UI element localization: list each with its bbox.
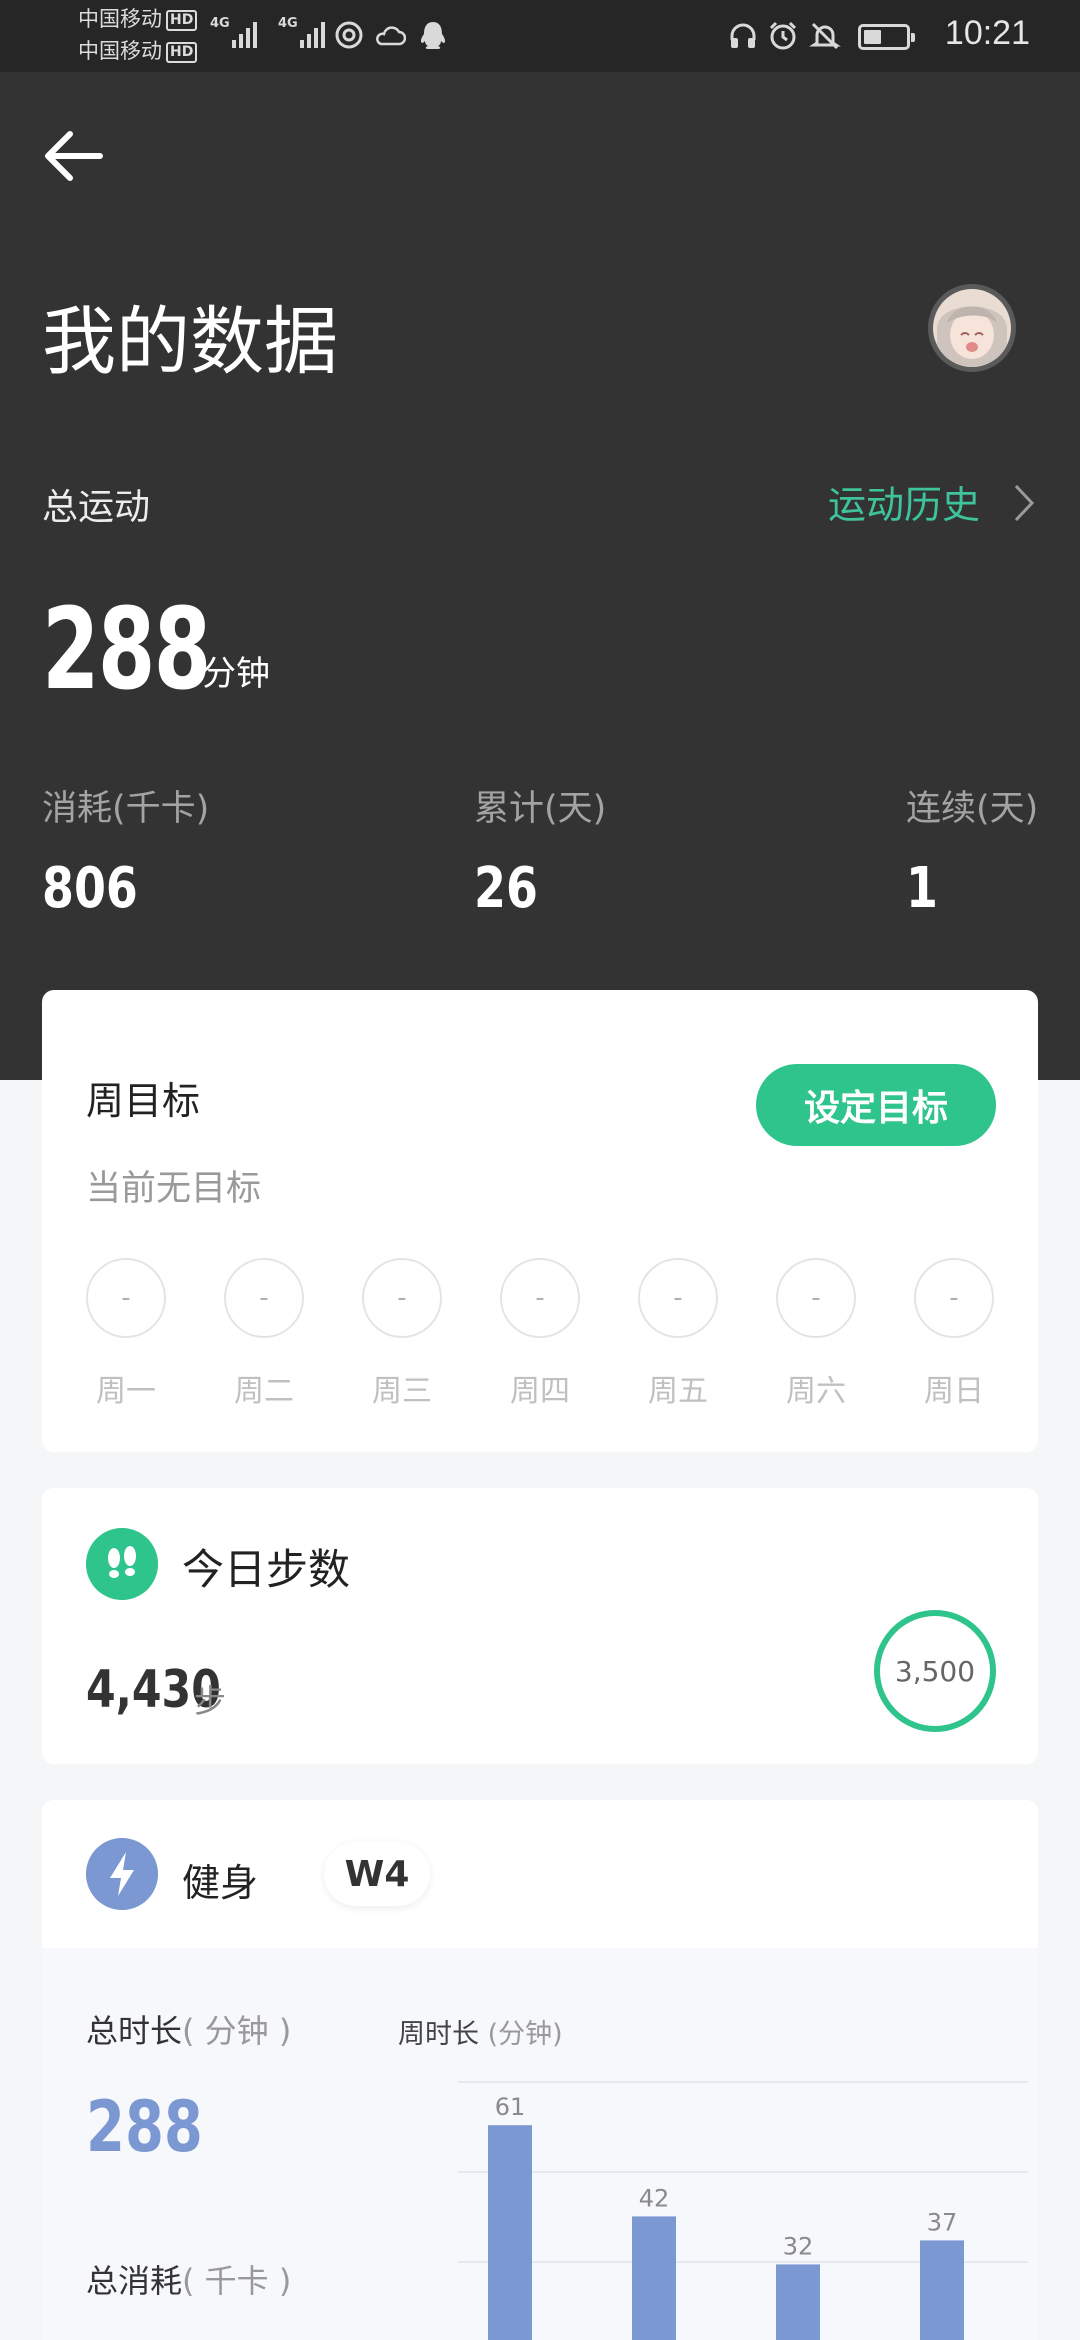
chart-bar[interactable] xyxy=(632,2216,676,2340)
total-minutes-value: 288 xyxy=(42,585,211,715)
fitness-card[interactable]: 健身 W4 总时长( 分钟 ) 288 总消耗( 千卡 ) 周时长 (分钟) 6… xyxy=(42,1800,1038,2340)
total-calories-unit: ( 千卡 ) xyxy=(182,2262,292,2300)
chart-bar[interactable] xyxy=(920,2240,964,2340)
day-saturday: - 周六 xyxy=(776,1258,856,1410)
day-label: 周一 xyxy=(96,1374,156,1409)
weekly-duration-chart: 61 42 32 37 xyxy=(458,2081,1028,2340)
fitness-stats-panel: 总时长( 分钟 ) 288 总消耗( 千卡 ) 周时长 (分钟) 61 42 32 3… xyxy=(42,1948,1038,2340)
day-label: 周日 xyxy=(924,1374,984,1409)
day-circle: - xyxy=(638,1258,718,1338)
streak-days-label: 连续(天) xyxy=(906,789,1039,829)
day-tuesday: - 周二 xyxy=(224,1258,304,1410)
arrow-left-icon[interactable] xyxy=(40,128,110,184)
day-thursday: - 周四 xyxy=(500,1258,580,1410)
day-friday: - 周五 xyxy=(638,1258,718,1410)
day-circle: - xyxy=(224,1258,304,1338)
mute-bell-icon xyxy=(809,22,841,50)
day-sunday: - 周日 xyxy=(914,1258,994,1410)
hotspot-icon xyxy=(335,21,363,49)
lightning-icon xyxy=(86,1838,158,1910)
day-circle: - xyxy=(776,1258,856,1338)
alarm-icon xyxy=(769,21,797,50)
week-badge: W4 xyxy=(324,1842,430,1906)
chart-bar[interactable] xyxy=(776,2264,820,2340)
exercise-history-label[interactable]: 运动历史 xyxy=(828,474,980,529)
cumulative-days-value: 26 xyxy=(474,856,538,921)
day-circle: - xyxy=(914,1258,994,1338)
chart-data-label: 37 xyxy=(927,2208,958,2236)
weekly-goal-card: 周目标 当前无目标 设定目标 - 周一 - 周二 - 周三 - 周四 - 周五 - 周六 -… xyxy=(42,990,1038,1452)
today-steps-card[interactable]: 今日步数 4,430 步 3,500 xyxy=(42,1488,1038,1764)
chart-title-unit: (分钟) xyxy=(487,2019,563,2050)
day-label: 周六 xyxy=(786,1374,846,1409)
signal-icon: 4G xyxy=(278,16,325,48)
day-circle: - xyxy=(500,1258,580,1338)
day-circle: - xyxy=(362,1258,442,1338)
day-monday: - 周一 xyxy=(86,1258,166,1410)
weekly-goal-title: 周目标 xyxy=(86,1079,201,1123)
cumulative-days-label: 累计(天) xyxy=(474,789,607,829)
day-label: 周四 xyxy=(510,1374,570,1409)
total-duration-label: 总时长( 分钟 ) xyxy=(86,2006,291,2052)
weekly-goal-subtitle: 当前无目标 xyxy=(86,1169,262,1209)
weather-icon xyxy=(376,26,406,46)
status-time: 10:21 xyxy=(944,14,1030,52)
total-calories-label: 总消耗( 千卡 ) xyxy=(86,2256,291,2302)
calories-label: 消耗(千卡) xyxy=(42,789,210,829)
battery-icon xyxy=(858,24,915,50)
total-minutes-unit: 分钟 xyxy=(202,654,270,694)
chart-bar[interactable] xyxy=(488,2125,532,2340)
carrier-2: 中国移动 HD xyxy=(78,38,198,64)
total-duration-value: 288 xyxy=(86,2086,203,2168)
qq-icon xyxy=(420,22,446,49)
chart-data-label: 32 xyxy=(783,2232,814,2260)
steps-goal-ring: 3,500 xyxy=(874,1610,996,1732)
steps-unit: 步 xyxy=(194,1682,227,1720)
carrier-1: 中国移动 HD xyxy=(78,6,198,32)
fitness-title: 健身 xyxy=(182,1861,259,1905)
today-steps-title: 今日步数 xyxy=(182,1545,351,1594)
total-duration-label-text: 总时长 xyxy=(86,2012,183,2050)
chart-title-text: 周时长 xyxy=(398,2019,479,2050)
day-label: 周五 xyxy=(648,1374,708,1409)
footprints-icon xyxy=(86,1528,158,1600)
signal-icon: 4G xyxy=(210,16,257,48)
streak-days-value: 1 xyxy=(906,856,938,921)
day-label: 周二 xyxy=(234,1374,294,1409)
day-label: 周三 xyxy=(372,1374,432,1409)
day-circle: - xyxy=(86,1258,166,1338)
calories-value: 806 xyxy=(42,856,138,921)
status-bar: 中国移动 HD 中国移动 HD 4G 4G 10:21 xyxy=(0,0,1080,72)
total-calories-label-text: 总消耗 xyxy=(86,2262,183,2300)
chart-title: 周时长 (分钟) xyxy=(398,2012,563,2051)
avatar[interactable] xyxy=(928,284,1016,372)
exercise-history-link[interactable]: 运动历史 xyxy=(828,474,1035,529)
total-exercise-label: 总运动 xyxy=(42,487,151,528)
set-goal-button[interactable]: 设定目标 xyxy=(756,1064,996,1146)
chevron-right-icon xyxy=(1014,484,1035,522)
headphones-icon xyxy=(730,23,756,48)
chart-data-label: 61 xyxy=(495,2093,526,2121)
day-wednesday: - 周三 xyxy=(362,1258,442,1410)
page-title: 我的数据 xyxy=(42,299,338,385)
chart-data-label: 42 xyxy=(639,2184,670,2212)
total-duration-unit: ( 分钟 ) xyxy=(182,2012,292,2050)
